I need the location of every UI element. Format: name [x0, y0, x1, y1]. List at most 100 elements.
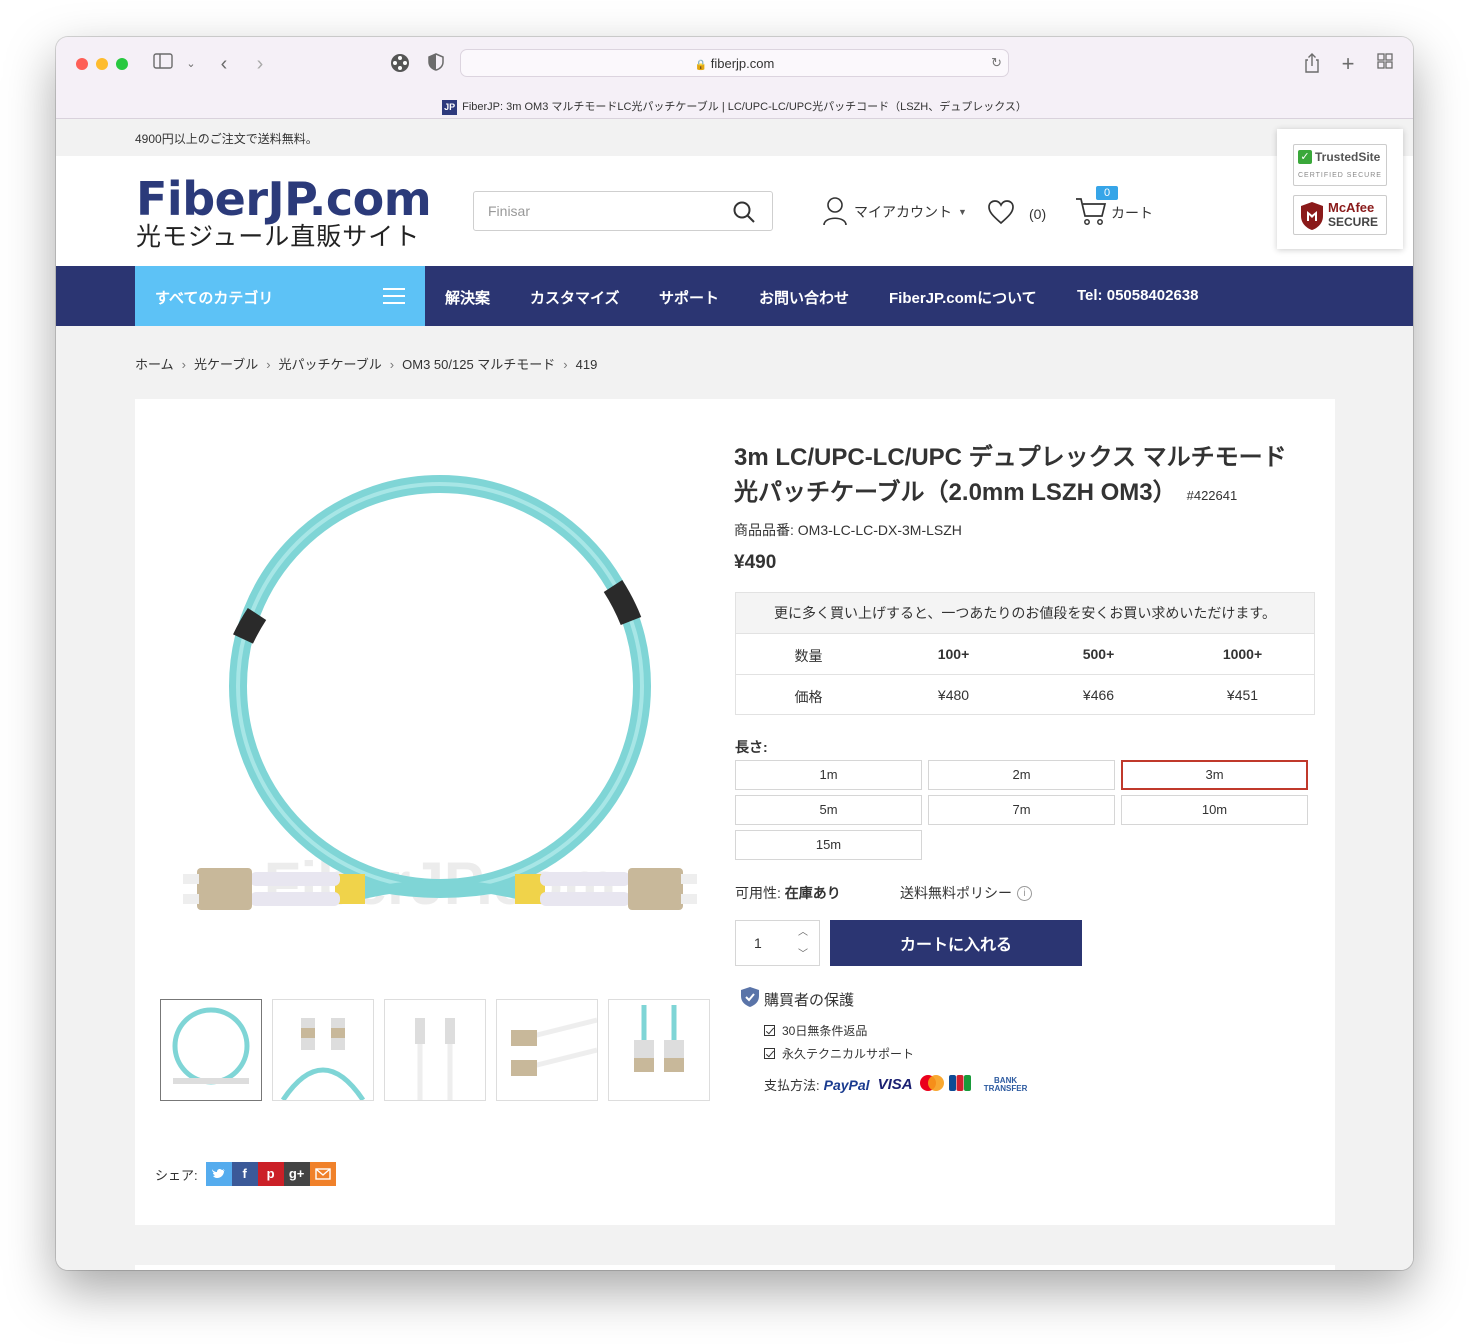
product-thumbnail[interactable] — [384, 999, 486, 1101]
active-tab[interactable]: JP FiberJP: 3m OM3 マルチモードLC光パッチケーブル | LC/… — [56, 98, 1413, 115]
share-bar: シェア: f p g+ — [155, 1162, 336, 1186]
nav-item-solutions[interactable]: 解決案 — [445, 287, 490, 308]
quantity-input[interactable] — [736, 921, 791, 965]
zoom-window-button[interactable] — [116, 58, 128, 70]
info-icon[interactable]: i — [1017, 885, 1032, 901]
google-plus-icon[interactable]: g+ — [283, 1162, 310, 1186]
mcafee-sublabel: SECURE — [1328, 215, 1379, 229]
cart-count-badge: 0 — [1096, 186, 1118, 200]
add-to-cart-button[interactable]: カートに入れる — [830, 920, 1082, 966]
breadcrumb-om3[interactable]: OM3 50/125 マルチモード — [402, 357, 555, 372]
mastercard-icon — [919, 1074, 945, 1095]
share-label: シェア: — [155, 1167, 198, 1183]
tier-header-cell: 100+ — [937, 646, 970, 662]
product-main-image[interactable]: FiberJP.com — [165, 434, 715, 974]
reload-icon[interactable]: ↻ — [991, 55, 1002, 71]
breadcrumb-home[interactable]: ホーム — [135, 357, 174, 372]
protection-item: 30日無条件返品 — [764, 1022, 867, 1039]
product-thumbnail[interactable] — [160, 999, 262, 1101]
product-price: ¥490 — [734, 552, 777, 573]
shipping-policy-link[interactable]: 送料無料ポリシー i — [900, 883, 1032, 903]
share-icon[interactable] — [1302, 53, 1322, 75]
tier-header-row: 数量 100+ 500+ 1000+ — [736, 633, 1314, 674]
tier-header-cell: 500+ — [1082, 646, 1115, 662]
tab-bar: JP FiberJP: 3m OM3 マルチモードLC光パッチケーブル | LC/… — [56, 93, 1413, 119]
nav-item-phone[interactable]: Tel: 05058402638 — [1077, 287, 1199, 304]
length-option-10m[interactable]: 10m — [1121, 795, 1308, 825]
breadcrumb-fiber-cables[interactable]: 光ケーブル — [194, 357, 258, 372]
trust-badges: ✓ TrustedSite CERTIFIED SECURE McAfee SE… — [1277, 129, 1403, 249]
jcb-icon — [948, 1075, 971, 1094]
check-icon: ✓ — [1298, 150, 1312, 164]
facebook-icon[interactable]: f — [231, 1162, 258, 1186]
length-option-1m[interactable]: 1m — [735, 760, 922, 790]
new-tab-icon[interactable]: + — [1338, 53, 1358, 75]
checkbox-icon — [764, 1048, 775, 1059]
mcafee-shield-icon — [1300, 201, 1324, 236]
product-card: FiberJP.com シェア: f p g+ 3m LC/UPC-LC/UPC… — [135, 399, 1335, 1225]
hamburger-icon — [383, 288, 405, 304]
twitter-icon[interactable] — [205, 1162, 232, 1186]
quantity-stepper: ︿ ﹀ — [735, 920, 820, 966]
tier-price-cell: 価格 — [794, 689, 823, 705]
user-icon — [822, 196, 848, 229]
wishlist-link[interactable]: (0) — [987, 199, 1046, 228]
length-label: 長さ: — [735, 739, 768, 755]
web-page: 4900円以上のご注文で送料無料。 FiberJP.com 光モジュール直販サイ… — [56, 119, 1413, 1270]
length-option-3m[interactable]: 3m — [1121, 760, 1308, 790]
search-icon[interactable] — [732, 200, 756, 224]
sidebar-toggle-icon[interactable] — [152, 53, 174, 75]
privacy-shield-icon[interactable] — [426, 53, 446, 75]
product-title: 3m LC/UPC-LC/UPC デュプレックス マルチモード 光パッチケーブル… — [734, 440, 1304, 513]
address-bar[interactable]: 🔒 fiberjp.com ↻ — [460, 49, 1009, 77]
paypal-logo: PayPal — [823, 1076, 870, 1093]
chevron-right-icon: › — [389, 357, 395, 372]
chevron-right-icon: › — [266, 357, 271, 372]
length-option-5m[interactable]: 5m — [735, 795, 922, 825]
site-logo-tagline: 光モジュール直販サイト — [136, 222, 421, 251]
protection-item-label: 30日無条件返品 — [782, 1024, 868, 1038]
extension-icon[interactable] — [389, 53, 411, 75]
email-icon[interactable] — [309, 1162, 336, 1186]
cart-link[interactable]: 0 カート — [1075, 186, 1153, 229]
nav-item-support[interactable]: サポート — [659, 287, 719, 308]
length-option-7m[interactable]: 7m — [928, 795, 1115, 825]
length-option-2m[interactable]: 2m — [928, 760, 1115, 790]
tab-title: FiberJP: 3m OM3 マルチモードLC光パッチケーブル | LC/UP… — [462, 101, 1027, 113]
mcafee-badge[interactable]: McAfee SECURE — [1293, 195, 1387, 235]
all-categories-menu[interactable]: すべてのカテゴリ — [135, 266, 425, 326]
length-option-15m[interactable]: 15m — [735, 830, 922, 860]
trustedsite-badge[interactable]: ✓ TrustedSite CERTIFIED SECURE — [1293, 144, 1387, 186]
tab-overview-icon[interactable] — [1375, 53, 1395, 75]
product-thumbnail[interactable] — [496, 999, 598, 1101]
search-input[interactable] — [474, 192, 724, 230]
chevron-up-icon[interactable]: ︿ — [795, 925, 811, 941]
close-window-button[interactable] — [76, 58, 88, 70]
part-number: 商品品番: OM3-LC-LC-DX-3M-LSZH — [734, 522, 962, 538]
back-icon[interactable]: ‹ — [216, 53, 232, 75]
all-categories-label: すべてのカテゴリ — [155, 290, 274, 307]
breadcrumb: ホーム › 光ケーブル › 光パッチケーブル › OM3 50/125 マルチモード › 419 — [135, 354, 597, 373]
breadcrumb-patch-cables[interactable]: 光パッチケーブル — [279, 357, 382, 372]
protection-item-label: 永久テクニカルサポート — [782, 1047, 915, 1061]
trustedsite-sublabel: CERTIFIED SECURE — [1298, 172, 1382, 179]
browser-toolbar: ⌄ ‹ › 🔒 fiberjp.com ↻ + — [56, 37, 1413, 93]
nav-item-customize[interactable]: カスタマイズ — [530, 287, 620, 308]
availability-value: 在庫あり — [784, 885, 841, 901]
nav-item-contact[interactable]: お問い合わせ — [759, 287, 849, 308]
chevron-down-icon[interactable]: ﹀ — [795, 947, 811, 963]
pinterest-icon[interactable]: p — [257, 1162, 284, 1186]
protection-item: 永久テクニカルサポート — [764, 1045, 914, 1062]
minimize-window-button[interactable] — [96, 58, 108, 70]
nav-item-about[interactable]: FiberJP.comについて — [889, 287, 1037, 308]
caret-down-icon: ▼ — [958, 207, 967, 217]
chevron-down-icon[interactable]: ⌄ — [184, 53, 198, 75]
product-thumbnail[interactable] — [608, 999, 710, 1101]
account-menu[interactable]: マイアカウント ▼ — [822, 196, 967, 228]
availability: 可用性: 在庫あり — [735, 883, 841, 903]
site-header: FiberJP.com 光モジュール直販サイト マイアカウント ▼ (0) — [56, 156, 1413, 266]
product-thumbnail[interactable] — [272, 999, 374, 1101]
tier-header-cell: 1000+ — [1222, 646, 1263, 662]
bank-transfer-logo: BANK TRANSFER — [983, 1075, 1028, 1093]
forward-icon[interactable]: › — [252, 53, 268, 75]
